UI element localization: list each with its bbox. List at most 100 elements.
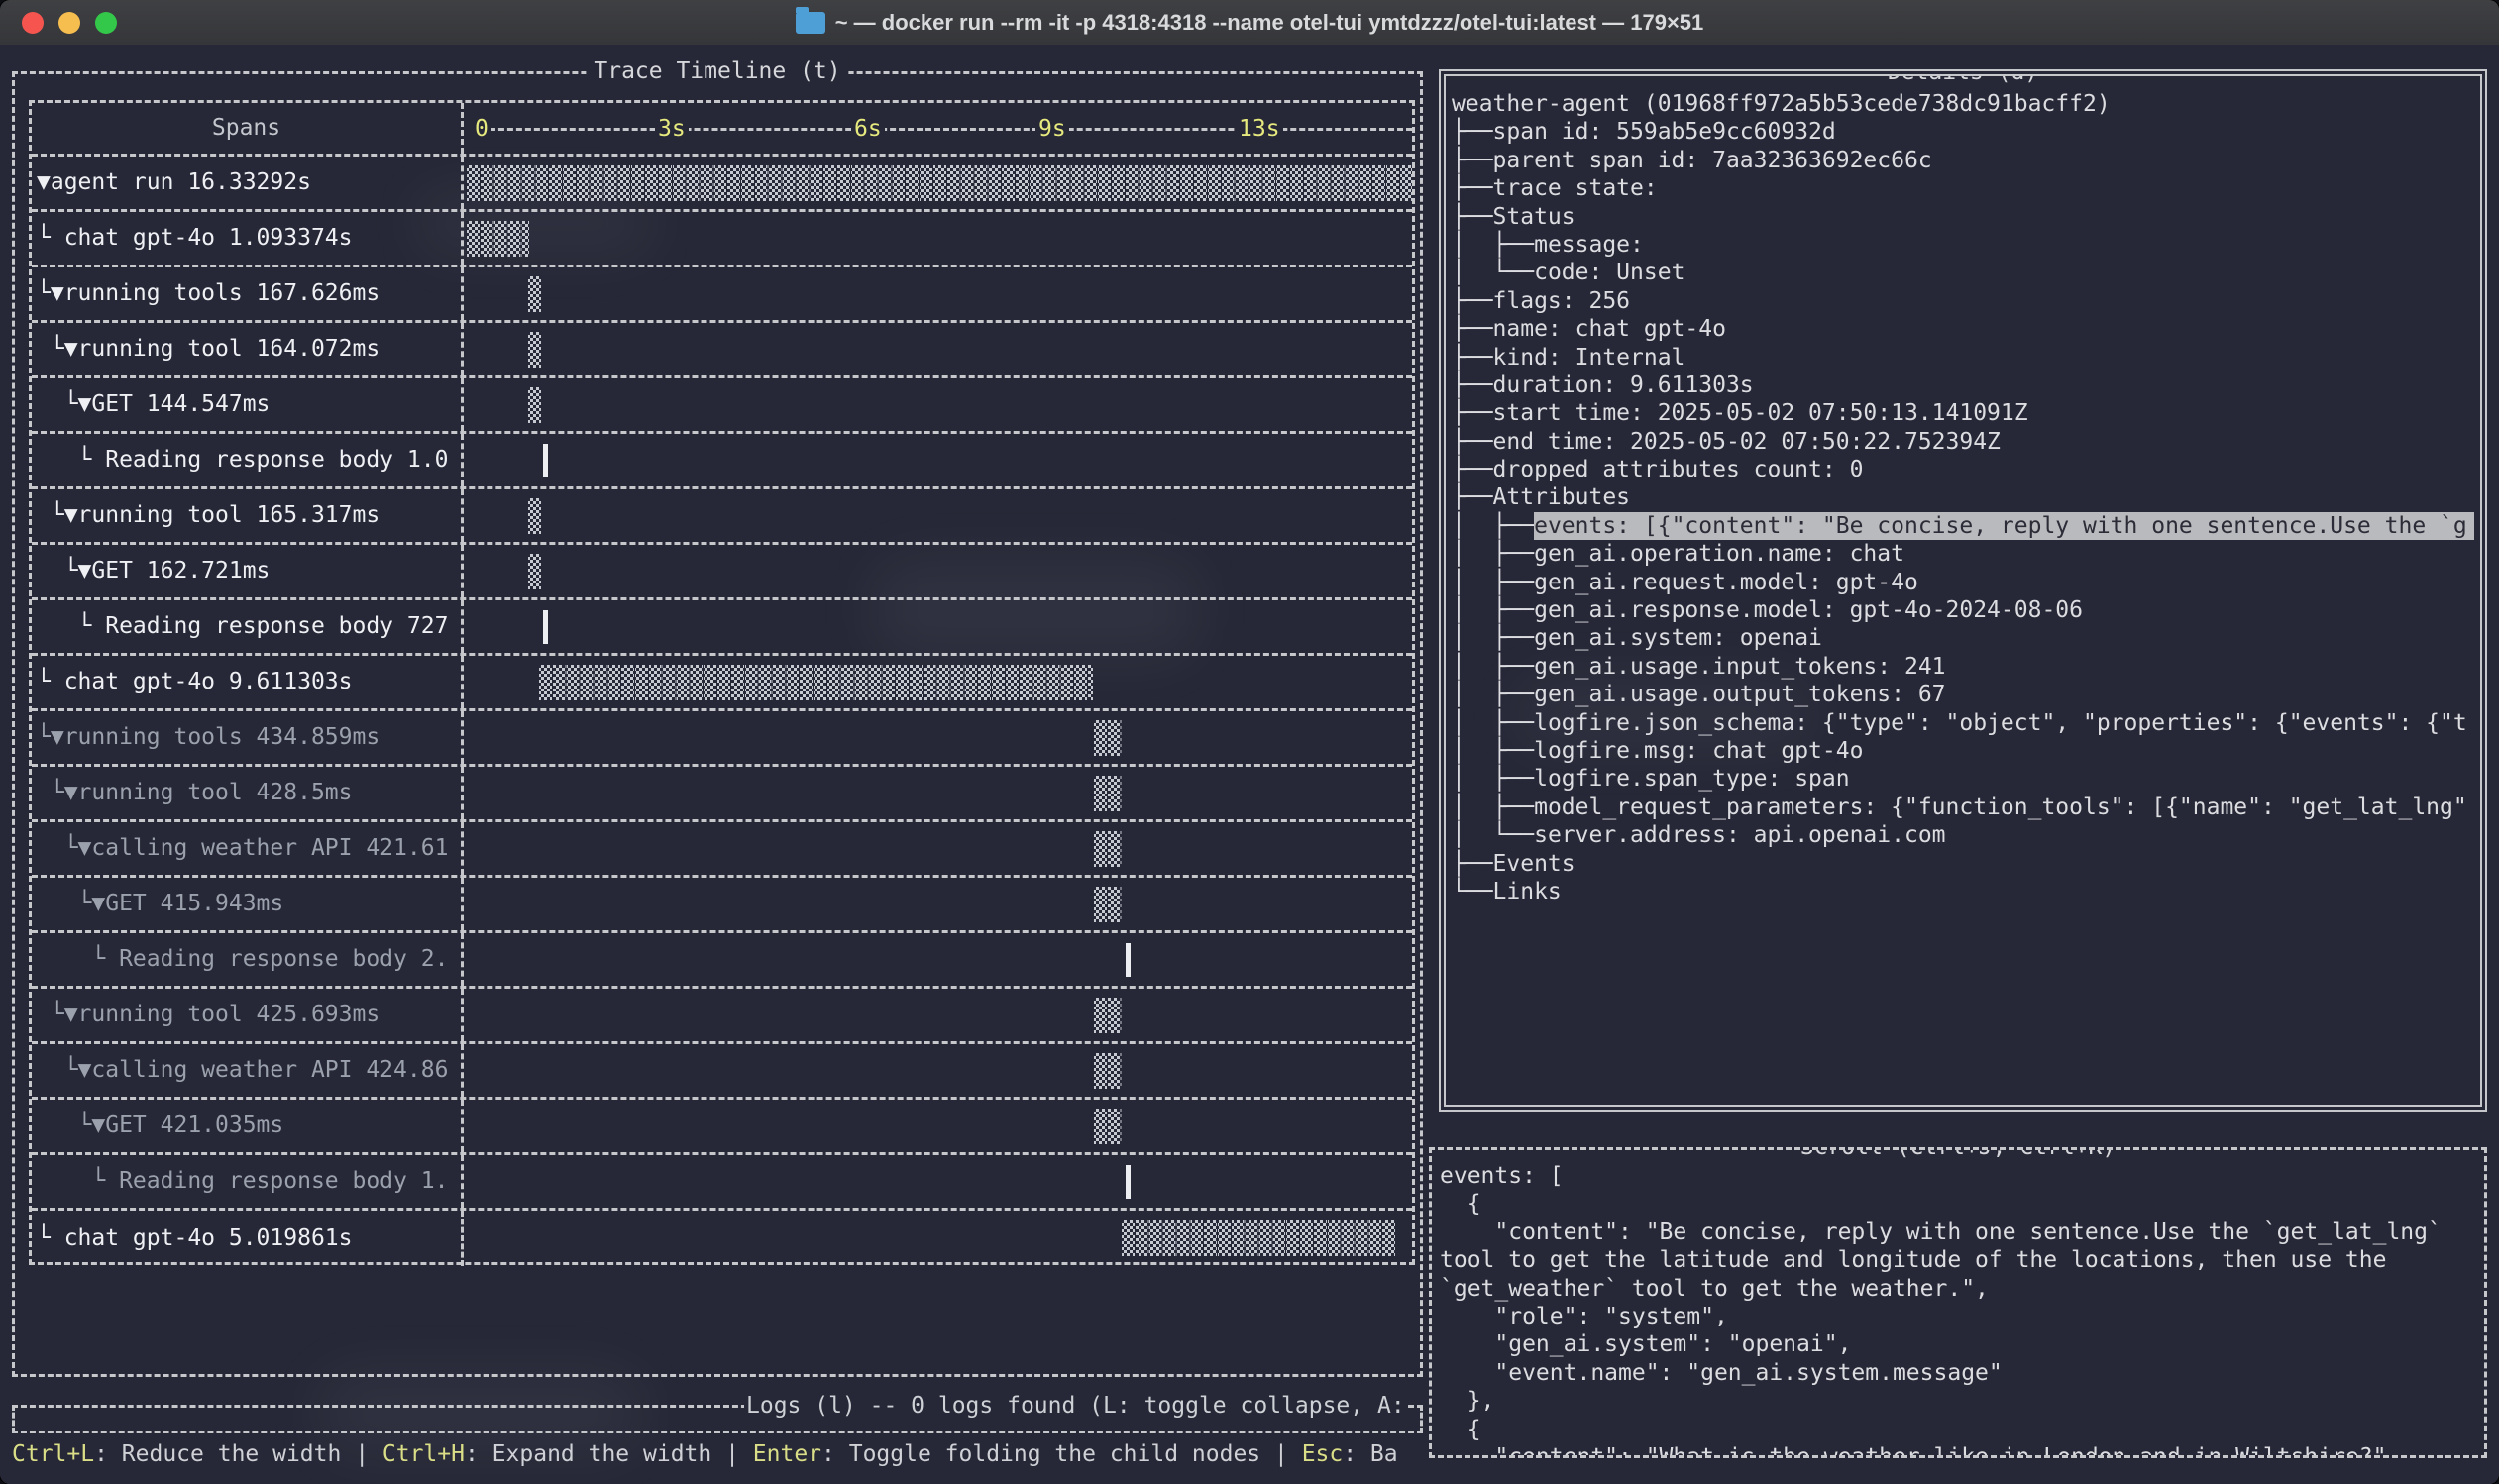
details-tree-item[interactable]: │ ├──logfire.msg: chat gpt-4o	[1452, 737, 2474, 765]
minimize-button[interactable]	[58, 12, 80, 34]
span-row[interactable]: └▼running tools 434.859ms	[32, 711, 1412, 767]
spans-table-header: Spans 03s6s9s13s	[32, 103, 1412, 157]
details-tree-item-text: code: Unset	[1534, 259, 1684, 286]
tree-branch-glyph: ├──	[1452, 483, 1493, 511]
scroll-text-line: {	[1440, 1416, 2478, 1443]
span-timeline-cell	[464, 1100, 1412, 1152]
span-row[interactable]: └▼calling weather API 424.86	[32, 1044, 1412, 1100]
close-button[interactable]	[22, 12, 44, 34]
span-label: └▼running tool 165.317ms	[32, 489, 464, 542]
details-panel[interactable]: Details (d) weather-agent (01968ff972a5b…	[1439, 69, 2487, 1112]
logs-panel[interactable]: Logs (l) -- 0 logs found (L: toggle coll…	[12, 1405, 1423, 1433]
window-title: ~ — docker run --rm -it -p 4318:4318 --n…	[796, 10, 1704, 36]
span-duration-bar	[527, 276, 541, 312]
details-tree-item[interactable]: └──Links	[1452, 878, 2474, 905]
span-row[interactable]: └ chat gpt-4o 5.019861s	[32, 1211, 1412, 1266]
spans-table[interactable]: Spans 03s6s9s13s ▼agent run 16.33292s└ c…	[29, 100, 1415, 1265]
span-timeline-cell	[464, 489, 1412, 542]
span-row[interactable]: ▼agent run 16.33292s	[32, 157, 1412, 212]
scroll-content: events: [ { "content": "Be concise, repl…	[1440, 1162, 2478, 1458]
span-duration-bar	[466, 221, 529, 257]
details-tree-item[interactable]: │ ├──logfire.span_type: span	[1452, 765, 2474, 793]
span-duration-bar	[1093, 776, 1122, 811]
details-tree-item[interactable]: │ ├──gen_ai.usage.output_tokens: 67	[1452, 681, 2474, 708]
details-tree-item[interactable]: │ ├──gen_ai.system: openai	[1452, 624, 2474, 652]
span-row[interactable]: └ chat gpt-4o 9.611303s	[32, 656, 1412, 711]
span-row[interactable]: └ Reading response body 727	[32, 600, 1412, 656]
tree-branch-glyph: ├──	[1452, 371, 1493, 399]
details-tree-item[interactable]: weather-agent (01968ff972a5b53cede738dc9…	[1452, 90, 2474, 118]
details-tree-item-text: logfire.msg: chat gpt-4o	[1534, 737, 1863, 765]
timeline-tick-label: 9s	[1035, 114, 1069, 142]
tree-branch-glyph: │ ├──	[1452, 596, 1534, 624]
details-tree-item[interactable]: ├──dropped attributes count: 0	[1452, 456, 2474, 483]
terminal-window: ~ — docker run --rm -it -p 4318:4318 --n…	[0, 0, 2499, 1484]
span-row[interactable]: └ Reading response body 1.0	[32, 434, 1412, 489]
details-tree-item[interactable]: │ ├──events: [{"content": "Be concise, r…	[1452, 512, 2474, 540]
span-duration-bar	[543, 610, 548, 644]
details-tree-item-text: name: chat gpt-4o	[1493, 315, 1726, 343]
span-row[interactable]: └▼running tool 164.072ms	[32, 323, 1412, 378]
tree-branch-glyph: │ ├──	[1452, 765, 1534, 793]
span-label: └ chat gpt-4o 5.019861s	[32, 1211, 464, 1266]
tree-branch-glyph: ├──	[1452, 344, 1493, 371]
details-tree-item[interactable]: ├──span id: 559ab5e9cc60932d	[1452, 118, 2474, 146]
details-tree-item[interactable]: │ ├──model_request_parameters: {"functio…	[1452, 794, 2474, 821]
span-label: └▼running tool 425.693ms	[32, 989, 464, 1041]
details-tree-item[interactable]: │ ├──gen_ai.response.model: gpt-4o-2024-…	[1452, 596, 2474, 624]
details-tree-item-text: gen_ai.response.model: gpt-4o-2024-08-06	[1534, 596, 2083, 624]
timeline-tick-label: 13s	[1236, 114, 1283, 142]
details-tree-item[interactable]: ├──start time: 2025-05-02 07:50:13.14109…	[1452, 399, 2474, 427]
details-tree-item-text: Events	[1493, 850, 1575, 878]
details-tree-item[interactable]: │ └──server.address: api.openai.com	[1452, 821, 2474, 849]
span-timeline-cell	[464, 933, 1412, 986]
details-tree-item[interactable]: ├──end time: 2025-05-02 07:50:22.752394Z	[1452, 428, 2474, 456]
zoom-button[interactable]	[95, 12, 117, 34]
span-row[interactable]: └▼running tool 428.5ms	[32, 767, 1412, 822]
span-label: └▼calling weather API 424.86	[32, 1044, 464, 1097]
scroll-text-line: `get_weather` tool to get the weather.",	[1440, 1275, 2478, 1303]
details-tree-item[interactable]: ├──duration: 9.611303s	[1452, 371, 2474, 399]
scroll-panel-title: Scroll (Ctrl+J, Ctrl+K)	[1793, 1147, 2124, 1161]
details-tree-item[interactable]: ├──parent span id: 7aa32363692ec66c	[1452, 147, 2474, 174]
span-duration-bar	[1126, 1165, 1131, 1199]
span-duration-bar	[543, 444, 548, 477]
span-row[interactable]: └▼GET 144.547ms	[32, 378, 1412, 434]
details-tree-item[interactable]: ├──name: chat gpt-4o	[1452, 315, 2474, 343]
details-tree-item-selected-text: events: [{"content": "Be concise, reply …	[1534, 512, 2474, 540]
span-row[interactable]: └▼running tools 167.626ms	[32, 267, 1412, 323]
span-row[interactable]: └ Reading response body 2.	[32, 933, 1412, 989]
span-row[interactable]: └▼GET 162.721ms	[32, 545, 1412, 600]
details-tree-item-text: dropped attributes count: 0	[1493, 456, 1864, 483]
span-label: └ chat gpt-4o 1.093374s	[32, 212, 464, 265]
details-tree-item[interactable]: ├──Events	[1452, 850, 2474, 878]
details-tree-item[interactable]: │ ├──gen_ai.operation.name: chat	[1452, 540, 2474, 568]
details-tree-item-text: message:	[1534, 231, 1644, 259]
span-label: ▼agent run 16.33292s	[32, 157, 464, 209]
details-tree-item[interactable]: ├──Attributes	[1452, 483, 2474, 511]
details-tree-item[interactable]: ├──flags: 256	[1452, 287, 2474, 315]
span-row[interactable]: └▼running tool 165.317ms	[32, 489, 1412, 545]
spans-column-header: Spans	[32, 103, 464, 154]
span-row[interactable]: └▼running tool 425.693ms	[32, 989, 1412, 1044]
span-row[interactable]: └▼GET 415.943ms	[32, 878, 1412, 933]
details-tree-item[interactable]: │ ├──message:	[1452, 231, 2474, 259]
tree-branch-glyph: ├──	[1452, 118, 1493, 146]
scroll-panel[interactable]: Scroll (Ctrl+J, Ctrl+K) events: [ { "con…	[1429, 1147, 2487, 1458]
details-tree-item-text: model_request_parameters: {"function_too…	[1534, 794, 2467, 821]
span-row[interactable]: └ chat gpt-4o 1.093374s	[32, 212, 1412, 267]
details-tree-item[interactable]: ├──trace state:	[1452, 174, 2474, 202]
details-tree-item[interactable]: ├──kind: Internal	[1452, 344, 2474, 371]
span-row[interactable]: └▼calling weather API 421.61	[32, 822, 1412, 878]
span-row[interactable]: └ Reading response body 1.	[32, 1155, 1412, 1211]
timeline-tick-label: 0	[472, 114, 491, 142]
details-tree-item[interactable]: │ ├──gen_ai.usage.input_tokens: 241	[1452, 653, 2474, 681]
details-tree-item-text: duration: 9.611303s	[1493, 371, 1754, 399]
details-tree-item[interactable]: ├──Status	[1452, 203, 2474, 231]
span-row[interactable]: └▼GET 421.035ms	[32, 1100, 1412, 1155]
details-tree-item[interactable]: │ └──code: Unset	[1452, 259, 2474, 286]
tree-branch-glyph: ├──	[1452, 456, 1493, 483]
details-tree-item-text: start time: 2025-05-02 07:50:13.141091Z	[1493, 399, 2028, 427]
details-tree-item[interactable]: │ ├──logfire.json_schema: {"type": "obje…	[1452, 709, 2474, 737]
details-tree-item[interactable]: │ ├──gen_ai.request.model: gpt-4o	[1452, 569, 2474, 596]
